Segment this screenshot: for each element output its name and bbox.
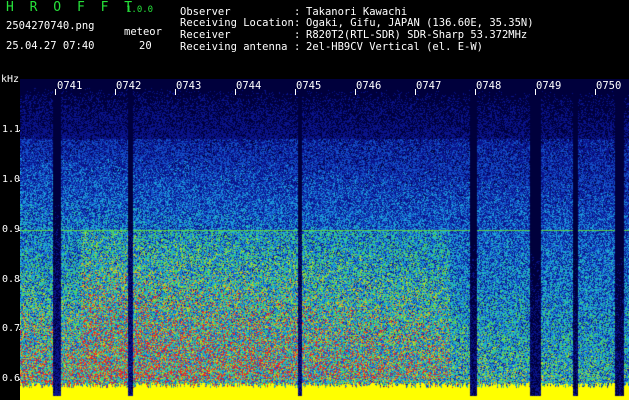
time-tick [355,89,356,95]
time-tick-label: 0748 [476,80,502,92]
meteor-count: 20 [139,40,152,52]
y-axis-unit: kHz [1,74,20,85]
time-tick [475,89,476,95]
y-tick-label: 0.7 [2,323,21,334]
time-tick [175,89,176,95]
y-tick-label: 0.8 [2,274,21,285]
time-tick [295,89,296,95]
time-tick [115,89,116,95]
time-tick [595,89,596,95]
spectrogram [20,79,629,400]
y-tick-label: 1.1 [2,124,21,135]
time-tick [55,89,56,95]
header: H R O F F T 1.0.0 2504270740.png meteor … [0,0,629,78]
time-tick-label: 0744 [236,80,262,92]
app-version: 1.0.0 [126,5,154,15]
meteor-label: meteor [124,26,162,38]
time-tick [535,89,536,95]
y-tick-label: 0.6 [2,373,21,384]
info-sep: : [294,41,301,53]
info-label-receiver: Receiver [180,29,231,41]
spectrogram-canvas [20,79,629,400]
app-title: H R O F F T [6,0,137,15]
time-tick-label: 0749 [536,80,562,92]
file-datetime: 25.04.27 07:40 [6,40,95,52]
time-tick-label: 0745 [296,80,322,92]
time-tick-label: 0742 [116,80,142,92]
time-tick-label: 0750 [596,80,622,92]
time-tick-label: 0743 [176,80,202,92]
time-tick-label: 0747 [416,80,442,92]
time-tick [415,89,416,95]
info-label-location: Receiving Location [180,17,294,29]
time-tick [235,89,236,95]
info-sep: : [294,29,301,41]
info-value-location: Ogaki, Gifu, JAPAN (136.60E, 35.35N) [306,17,534,29]
file-name: 2504270740.png [6,20,95,32]
info-value-receiver: R820T2(RTL-SDR) SDR-Sharp 53.372MHz [306,29,528,41]
y-tick-label: 0.9 [2,224,21,235]
time-tick-label: 0741 [57,80,83,92]
y-tick-label: 1.0 [2,174,21,185]
info-sep: : [294,17,301,29]
info-label-antenna: Receiving antenna [180,41,288,53]
info-value-antenna: 2el-HB9CV Vertical (el. E-W) [306,41,484,53]
time-tick-label: 0746 [356,80,382,92]
